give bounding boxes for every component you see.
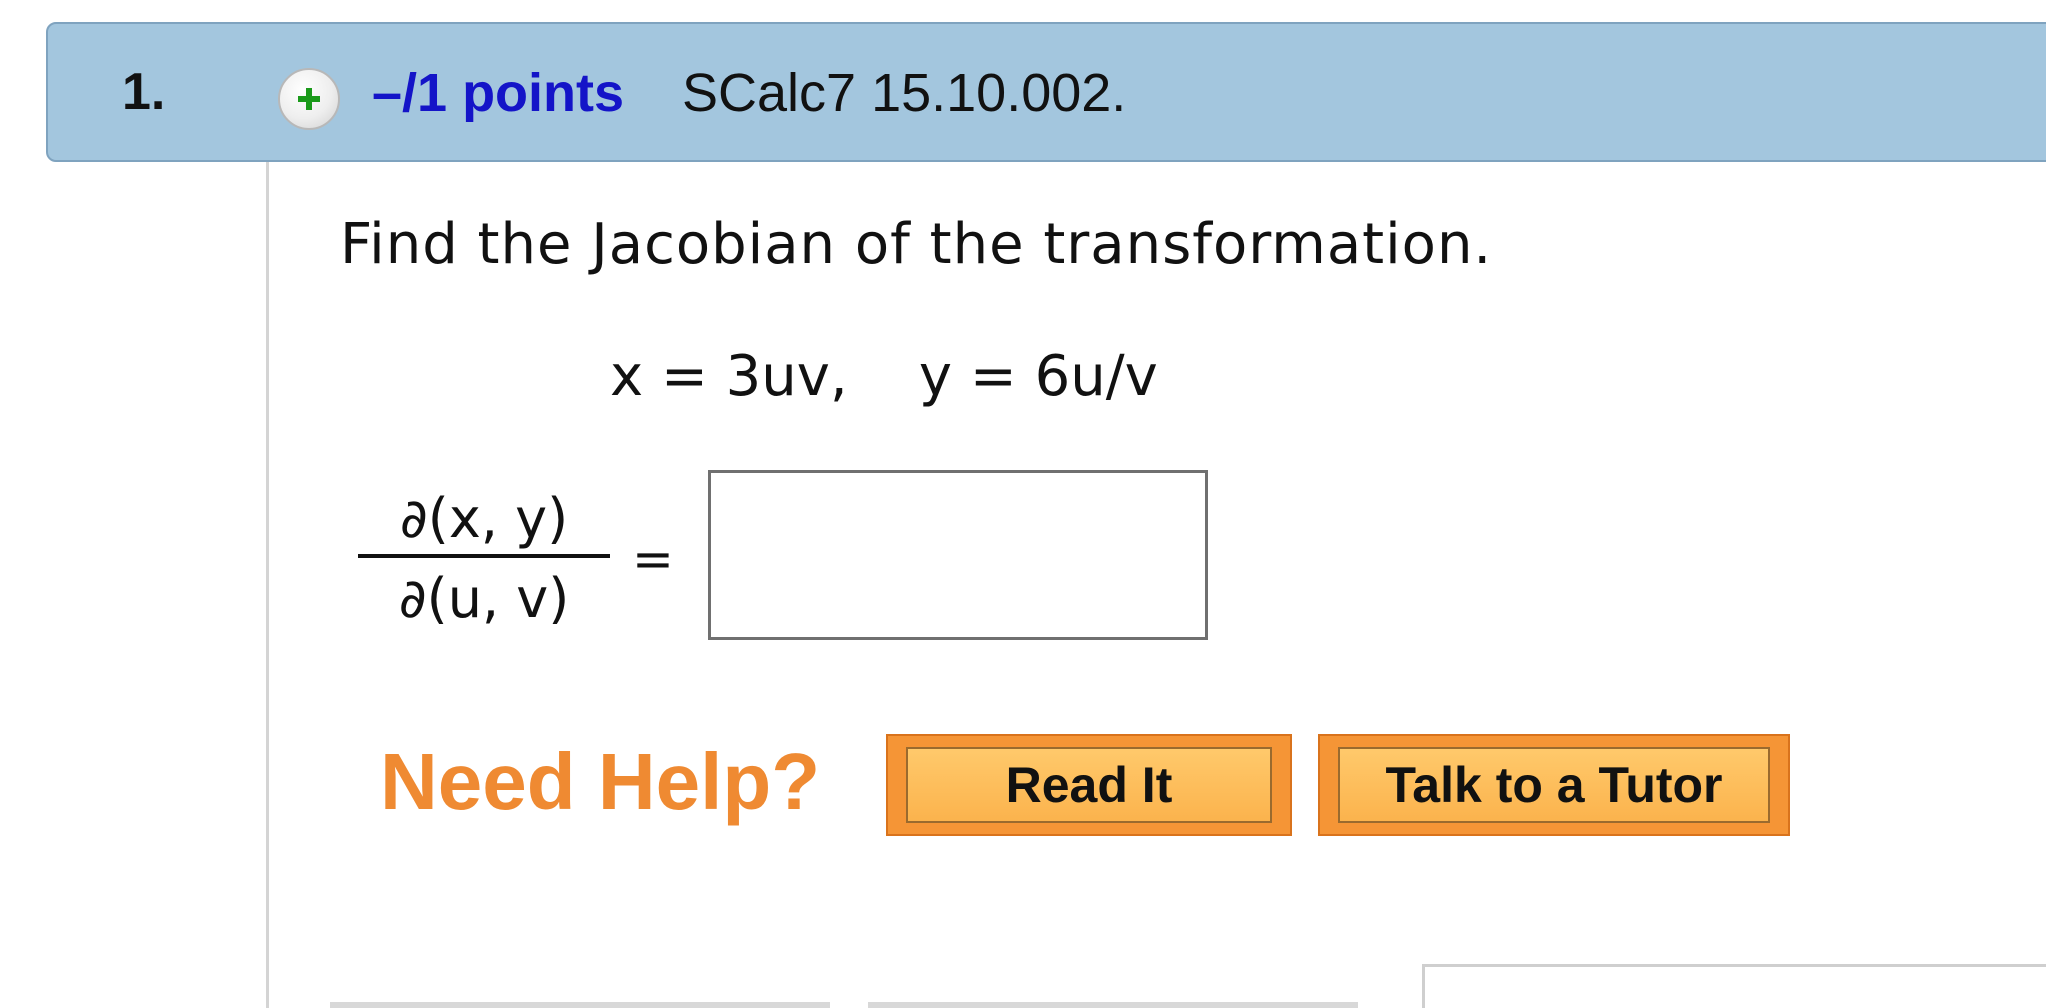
read-it-button[interactable]: Read It <box>886 734 1292 836</box>
question-body-divider <box>266 162 269 1008</box>
jacobian-answer-input[interactable] <box>708 470 1208 640</box>
plus-icon <box>298 88 320 110</box>
read-it-label: Read It <box>906 747 1272 823</box>
fraction-bar <box>358 554 610 558</box>
expand-question-button[interactable] <box>278 68 340 130</box>
transformation-equation: x = 3uv, y = 6u/v <box>610 344 1158 409</box>
bottom-panel <box>1422 964 2046 1008</box>
bottom-tab-1[interactable] <box>330 1002 830 1008</box>
talk-to-tutor-label: Talk to a Tutor <box>1338 747 1770 823</box>
fraction-numerator: ∂(x, y) <box>399 487 569 550</box>
equals-sign: = <box>632 530 674 588</box>
need-help-label: Need Help? <box>380 737 821 826</box>
fraction-denominator: ∂(u, v) <box>398 567 570 630</box>
webassign-question-page: 1. –/1 points SCalc7 15.10.002. Find the… <box>0 0 2046 1008</box>
question-id: SCalc7 15.10.002. <box>682 63 1127 123</box>
bottom-tab-2[interactable] <box>868 1002 1358 1008</box>
question-prompt: Find the Jacobian of the transformation. <box>340 212 1493 277</box>
question-number: 1. <box>122 63 166 121</box>
jacobian-fraction: ∂(x, y) ∂(u, v) <box>358 486 610 632</box>
points-link[interactable]: –/1 points <box>372 62 624 124</box>
talk-to-tutor-button[interactable]: Talk to a Tutor <box>1318 734 1790 836</box>
